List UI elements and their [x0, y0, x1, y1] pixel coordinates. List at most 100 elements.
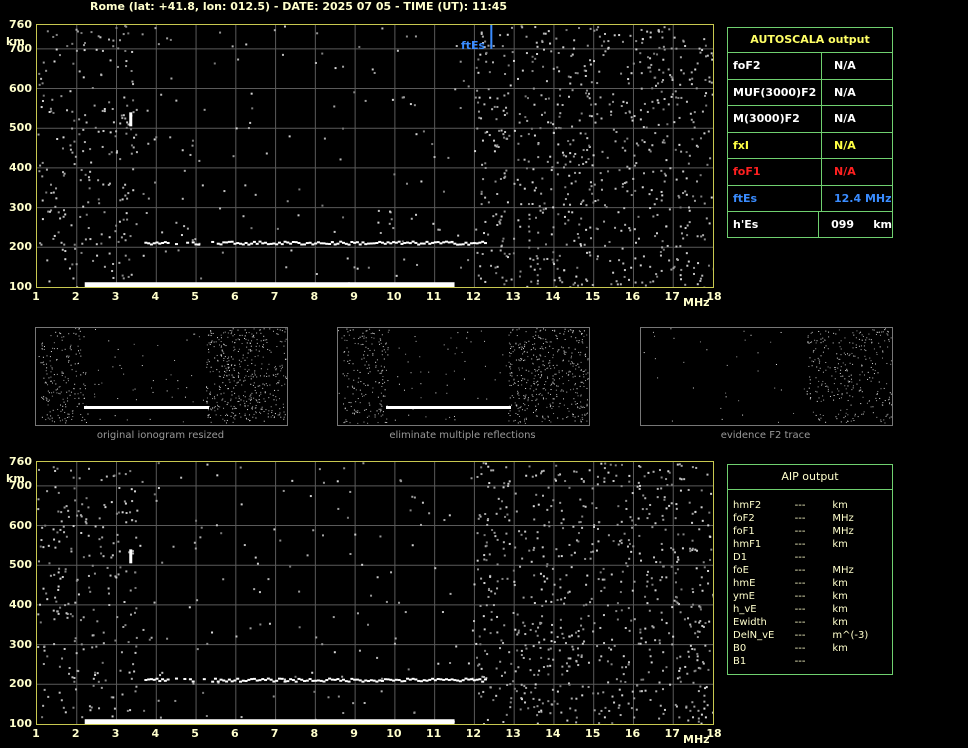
aip-cell-k: h_vE — [733, 604, 757, 615]
aip-cell-u: MHz — [832, 565, 854, 576]
aip-row: B0 --- km — [728, 642, 892, 655]
aip-row: h_vE --- km — [728, 603, 892, 616]
thumbnail-canvas — [38, 328, 287, 424]
x-tick-label: 4 — [151, 290, 160, 303]
e-layer-trace — [84, 282, 455, 287]
thumbnail-caption: eliminate multiple reflections — [389, 430, 536, 441]
aip-panel: AIP output hmF2 --- km foF2 --- MHz foF1 --- MHz… — [727, 464, 893, 675]
thumbnail-ionogram — [337, 327, 590, 426]
aip-cell-k: foF2 — [733, 513, 755, 524]
aip-cell-k: DelN_vE — [733, 630, 775, 641]
y-unit-label: km — [6, 35, 25, 48]
aip-cell-k: foF1 — [733, 526, 755, 537]
autoscala-key: fxI — [728, 132, 822, 158]
autoscala-value: N/A — [834, 112, 856, 126]
x-unit-label: MHz — [683, 296, 710, 309]
aip-cell-v: --- — [794, 656, 806, 667]
echo-blip — [129, 549, 133, 564]
autoscala-row: foF1 N/A — [728, 159, 892, 186]
x-tick-label: 16 — [624, 727, 641, 740]
x-tick-label: 9 — [350, 727, 358, 740]
aip-row: hmF2 --- km — [728, 499, 892, 512]
autoscala-key: ftEs — [728, 185, 822, 211]
aip-row: DelN_vE --- m^(-3) — [728, 629, 892, 642]
thumbnail-canvas — [338, 328, 589, 424]
x-tick-label: 8 — [310, 290, 319, 303]
e-layer-trace — [84, 719, 455, 724]
aip-row: Ewidth --- km — [728, 616, 892, 629]
y-tick-label: 400 — [9, 160, 32, 174]
x-tick-label: 10 — [386, 290, 402, 303]
aip-row: ymE --- km — [728, 590, 892, 603]
x-tick-label: 10 — [386, 727, 402, 740]
thumbnail-ionogram — [35, 327, 288, 426]
autoscala-key: MUF(3000)F2 — [728, 79, 822, 105]
x-tick-label: 14 — [545, 290, 561, 303]
aip-cell-u: km — [832, 617, 848, 628]
y-tick-label: 760 — [9, 455, 32, 468]
autoscala-key: foF1 — [728, 159, 822, 185]
aip-cell-v: --- — [794, 604, 806, 615]
autoscala-panel: AUTOSCALA output foF2 N/A MUF(3000)F2 N/A M(… — [727, 27, 893, 238]
ftes-marker-label: ftEs — [461, 39, 486, 52]
aip-cell-k: hmF1 — [733, 539, 762, 550]
x-tick-label: 13 — [505, 727, 521, 740]
x-tick-label: 2 — [71, 290, 80, 303]
y-tick-label: 300 — [9, 200, 32, 214]
autoscala-row: foF2 N/A — [728, 53, 892, 80]
ionogram-aip — [36, 461, 714, 725]
y-tick-label: 600 — [9, 518, 32, 532]
x-tick-label: 5 — [191, 727, 199, 740]
aip-cell-v: --- — [794, 643, 806, 654]
aip-cell-k: B0 — [733, 643, 747, 654]
aip-cell-v: --- — [794, 526, 806, 537]
aip-cell-u: km — [832, 604, 848, 615]
autoscala-value: 099 km — [831, 218, 892, 232]
x-tick-label: 2 — [71, 727, 80, 740]
autoscala-row: h'Es 099 km — [728, 212, 892, 238]
aip-row: foE --- MHz — [728, 564, 892, 577]
autoscala-key: h'Es — [728, 212, 820, 238]
aip-cell-v: --- — [794, 500, 806, 511]
x-tick-label: 17 — [664, 727, 680, 740]
aip-row: hmF1 --- km — [728, 538, 892, 551]
aip-cell-u: km — [832, 539, 848, 550]
ionogram-main — [36, 24, 714, 288]
aip-cell-u: km — [832, 500, 848, 511]
y-tick-label: 500 — [9, 558, 32, 572]
x-tick-label: 15 — [585, 290, 601, 303]
autoscala-row: M(3000)F2 N/A — [728, 106, 892, 133]
autoscala-row: MUF(3000)F2 N/A — [728, 79, 892, 106]
aip-cell-k: B1 — [733, 656, 747, 667]
echo-blip — [129, 112, 133, 127]
thumbnail-ionogram — [640, 327, 893, 426]
autoscala-row: ftEs 12.4 MHz — [728, 185, 892, 212]
x-tick-label: 11 — [425, 290, 442, 303]
aip-cell-k: D1 — [733, 552, 748, 563]
aip-cell-v: --- — [794, 513, 806, 524]
autoscala-value: N/A — [834, 85, 856, 99]
x-tick-label: 6 — [230, 727, 239, 740]
autoscala-key: M(3000)F2 — [728, 106, 822, 132]
x-tick-label: 3 — [111, 727, 120, 740]
y-tick-label: 760 — [9, 18, 32, 31]
y-tick-label: 300 — [9, 637, 32, 651]
aip-cell-k: hmF2 — [733, 500, 762, 511]
y-tick-label: 200 — [9, 677, 32, 691]
x-tick-label: 15 — [585, 727, 601, 740]
autoscala-row: fxI N/A — [728, 132, 892, 159]
autoscala-value: 12.4 MHz — [834, 191, 892, 205]
aip-row: foF2 --- MHz — [728, 512, 892, 525]
x-tick-label: 7 — [270, 727, 279, 740]
aip-cell-v: --- — [794, 630, 806, 641]
autoscala-value: N/A — [834, 165, 856, 179]
ftes-marker — [490, 25, 493, 49]
y-tick-label: 600 — [9, 81, 32, 95]
aip-cell-u: km — [832, 643, 848, 654]
y-tick-label: 500 — [9, 121, 32, 135]
aip-cell-k: ymE — [733, 591, 755, 602]
aip-cell-u — [832, 551, 892, 564]
aip-cell-v: --- — [794, 539, 806, 550]
aip-cell-u: MHz — [832, 526, 854, 537]
aip-cell-v: --- — [794, 552, 806, 563]
